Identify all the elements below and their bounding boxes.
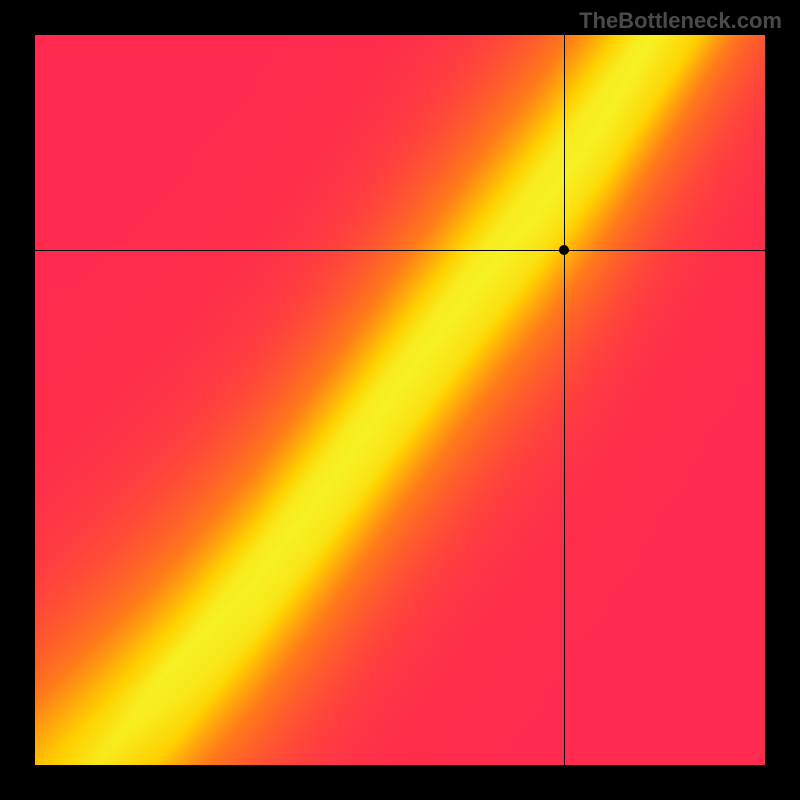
marker-dot — [559, 245, 569, 255]
crosshair-horizontal — [35, 250, 765, 251]
heatmap-canvas — [35, 35, 765, 765]
crosshair-vertical — [564, 35, 565, 765]
watermark: TheBottleneck.com — [579, 8, 782, 34]
heatmap-plot — [35, 35, 765, 765]
